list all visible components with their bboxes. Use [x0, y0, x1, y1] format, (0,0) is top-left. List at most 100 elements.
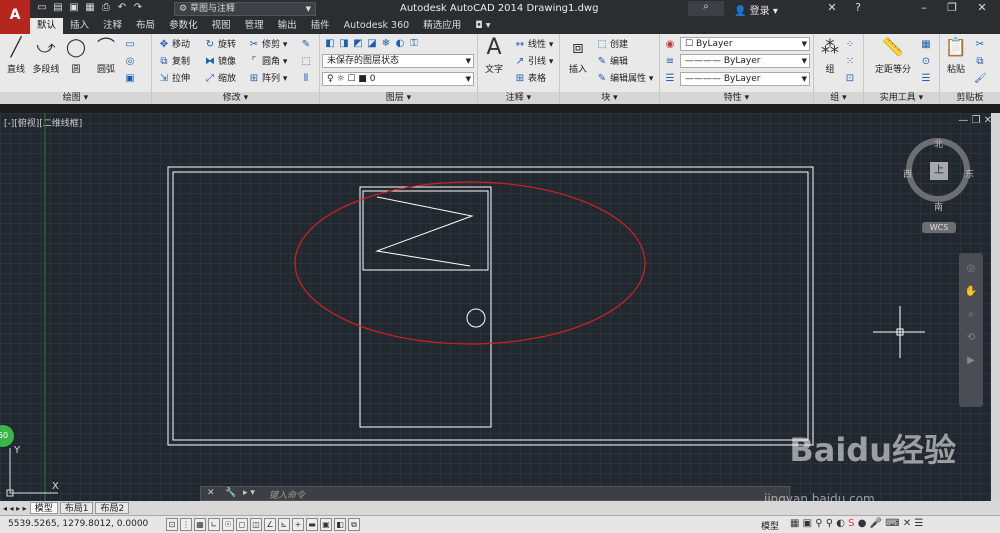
- vertical-scrollbar[interactable]: [991, 113, 1000, 501]
- exchange-icon[interactable]: ✕: [822, 1, 842, 14]
- table-tool[interactable]: ⊞ 表格: [514, 71, 546, 86]
- array-tool[interactable]: ⊞ 阵列 ▾: [248, 71, 288, 86]
- group-select-tool[interactable]: ⊡: [844, 71, 858, 86]
- dynamic-input-icon[interactable]: +: [292, 518, 304, 531]
- transparency-icon[interactable]: ▣: [320, 518, 332, 531]
- lineweight-toggle-icon[interactable]: ▬: [306, 518, 318, 531]
- tab-plugins[interactable]: 插件: [304, 18, 337, 34]
- object-snap-icon[interactable]: ◻: [236, 518, 248, 531]
- close-icon[interactable]: ✕: [207, 488, 215, 498]
- customize-icon[interactable]: 🔧: [225, 488, 236, 498]
- polar-tracking-icon[interactable]: ☉: [222, 518, 234, 531]
- wcs-menu[interactable]: WCS: [922, 222, 956, 233]
- panel-properties-title[interactable]: 特性 ▾: [660, 92, 813, 104]
- compass-south[interactable]: 南: [934, 200, 943, 213]
- layer-state-dropdown[interactable]: 未保存的图层状态 ▼: [322, 54, 474, 68]
- coordinates-readout[interactable]: 5539.5265, 1279.8012, 0.0000: [8, 519, 148, 529]
- line-tool[interactable]: ╱ 直线: [2, 36, 30, 75]
- tab-layout[interactable]: 布局: [129, 18, 162, 34]
- rotate-tool[interactable]: ↻ 旋转: [204, 37, 236, 52]
- tab-insert[interactable]: 插入: [63, 18, 96, 34]
- tab-annotate[interactable]: 注释: [96, 18, 129, 34]
- login-button[interactable]: 👤 登录 ▾: [734, 2, 778, 17]
- status-tray-icons[interactable]: ▦ ▣ ⚲ ⚲ ◐ S ● 🎤 ⌨ ✕ ☰: [790, 518, 923, 529]
- paste-tool[interactable]: 📋 粘贴: [942, 36, 970, 75]
- application-menu-button[interactable]: A: [0, 0, 30, 36]
- text-tool[interactable]: A 文字: [480, 36, 508, 76]
- panel-draw-title[interactable]: 绘图 ▾: [0, 92, 151, 104]
- close-icon[interactable]: ✕: [972, 1, 992, 14]
- ortho-mode-icon[interactable]: ∟: [208, 518, 220, 531]
- 3d-osnap-icon[interactable]: ◫: [250, 518, 262, 531]
- tab-autodesk-360[interactable]: Autodesk 360: [337, 18, 417, 34]
- drawing-canvas[interactable]: [-][俯视][二维线框] — ❐ ✕ Y X 60 ✕ 🔧 ▸ ▾ 键入命令 …: [0, 113, 1000, 501]
- selection-cycling-icon[interactable]: ⧉: [348, 518, 360, 531]
- panel-annotation-title[interactable]: 注释 ▾: [478, 92, 559, 104]
- edit-attributes-tool[interactable]: ✎ 编辑属性 ▾: [596, 71, 654, 86]
- panel-clipboard-title[interactable]: 剪贴板: [940, 92, 1000, 104]
- match-properties-tool[interactable]: ◉: [664, 37, 678, 52]
- dynamic-ucs-icon[interactable]: ⊾: [278, 518, 290, 531]
- tab-model[interactable]: 模型: [29, 502, 58, 514]
- panel-layers-title[interactable]: 图层 ▾: [320, 92, 477, 104]
- measure-tool[interactable]: 📏 定距等分: [870, 36, 916, 75]
- erase-tool[interactable]: ✎: [300, 37, 314, 52]
- showmotion-icon[interactable]: ▶: [959, 355, 983, 366]
- lineweight-dropdown[interactable]: ———— ByLayer ▼: [680, 72, 810, 86]
- trim-tool[interactable]: ✂ 修剪 ▾: [248, 37, 288, 52]
- undo-icon[interactable]: ↶: [116, 2, 128, 14]
- rectangle-tool[interactable]: ▭: [124, 37, 138, 52]
- new-file-icon[interactable]: ▭: [36, 2, 48, 14]
- command-line[interactable]: ✕ 🔧 ▸ ▾ 键入命令: [200, 486, 790, 501]
- workspace-select[interactable]: ⚙ 草图与注释 ▼: [174, 2, 316, 16]
- tab-view[interactable]: 视图: [205, 18, 238, 34]
- stretch-tool[interactable]: ⇲ 拉伸: [158, 71, 190, 86]
- tab-parametric[interactable]: 参数化: [162, 18, 205, 34]
- print-icon[interactable]: ⎙: [100, 2, 112, 14]
- search-icon[interactable]: ⌕: [688, 1, 724, 16]
- steering-wheel-icon[interactable]: ◎: [959, 263, 983, 274]
- linear-dim-tool[interactable]: ↔ 线性 ▾: [514, 37, 554, 52]
- redo-icon[interactable]: ↷: [132, 2, 144, 14]
- tab-extra[interactable]: ◘ ▾: [468, 18, 497, 34]
- linetype-icon-tool[interactable]: ≡: [664, 54, 678, 69]
- orbit-icon[interactable]: ⟲: [959, 332, 983, 343]
- move-tool[interactable]: ✥ 移动: [158, 37, 190, 52]
- match-prop-tool[interactable]: 🖌: [974, 71, 988, 86]
- panel-modify-title[interactable]: 修改 ▾: [152, 92, 319, 104]
- group-tool[interactable]: ⁂ 组: [816, 36, 844, 75]
- mirror-tool[interactable]: ⧓ 镜像: [204, 54, 236, 69]
- object-snap-tracking-icon[interactable]: ∠: [264, 518, 276, 531]
- zoom-icon[interactable]: ⌕: [959, 309, 983, 320]
- cut-tool[interactable]: ✂: [974, 37, 988, 52]
- infer-constraints-icon[interactable]: ⊡: [166, 518, 178, 531]
- copy-clip-tool[interactable]: ⧉: [974, 54, 988, 69]
- tab-layout2[interactable]: 布局2: [95, 502, 130, 514]
- fillet-tool[interactable]: ⌜ 圆角 ▾: [248, 54, 288, 69]
- panel-utilities-title[interactable]: 实用工具 ▾: [864, 92, 939, 104]
- tab-featured-apps[interactable]: 精选应用: [416, 18, 468, 34]
- compass-north[interactable]: 北: [934, 137, 943, 150]
- copy-tool[interactable]: ⧉ 复制: [158, 54, 190, 69]
- hatch-tool[interactable]: ◎: [124, 54, 138, 69]
- save-icon[interactable]: ▣: [68, 2, 80, 14]
- lineweight-icon-tool[interactable]: ☰: [664, 71, 678, 86]
- scale-tool[interactable]: ⤢ 缩放: [204, 71, 236, 86]
- polyline-tool[interactable]: ⤻ 多段线: [32, 36, 60, 75]
- list-tool[interactable]: ☰: [920, 71, 934, 86]
- restore-icon[interactable]: ❐: [942, 1, 962, 14]
- ungroup-tool[interactable]: ⁘: [844, 37, 858, 52]
- viewcube-top-face[interactable]: 上: [930, 162, 948, 180]
- explode-tool[interactable]: ⬚: [300, 54, 314, 69]
- snap-mode-icon[interactable]: ⋮: [180, 518, 192, 531]
- layer-properties-icons[interactable]: ◧ ◨ ◩ ◪ ❄ ◐ ⚿: [324, 36, 422, 51]
- linetype-dropdown[interactable]: ———— ByLayer ▼: [680, 54, 810, 68]
- edit-block-tool[interactable]: ✎ 编辑: [596, 54, 628, 69]
- id-point-tool[interactable]: ⊙: [920, 54, 934, 69]
- tab-manage[interactable]: 管理: [238, 18, 271, 34]
- panel-groups-title[interactable]: 组 ▾: [814, 92, 863, 104]
- command-input[interactable]: 键入命令: [269, 488, 305, 501]
- model-space-toggle[interactable]: 模型: [761, 519, 779, 532]
- color-dropdown[interactable]: ☐ ByLayer ▼: [680, 37, 810, 51]
- tab-nav-icons[interactable]: ◂ ◂ ▸ ▸: [0, 504, 30, 513]
